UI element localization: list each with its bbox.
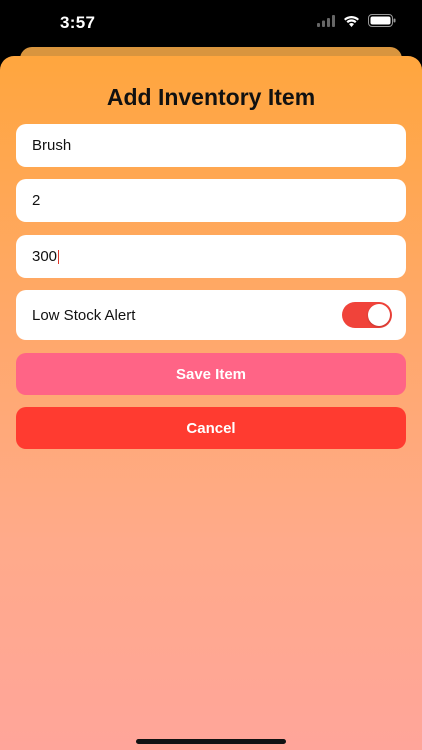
low-stock-alert-label: Low Stock Alert <box>32 306 136 324</box>
item-name-value: Brush <box>32 137 72 154</box>
status-time: 3:57 <box>60 13 96 32</box>
cancel-button[interactable]: Cancel <box>16 407 406 449</box>
toggle-knob <box>368 304 390 326</box>
low-stock-alert-toggle[interactable] <box>342 302 392 328</box>
price-field[interactable]: 300 <box>16 235 406 278</box>
add-inventory-sheet: Add Inventory Item Brush 2 300 Low Stock… <box>0 56 422 750</box>
item-name-field[interactable]: Brush <box>16 124 406 167</box>
low-stock-alert-row: Low Stock Alert <box>16 290 406 340</box>
battery-icon <box>368 14 396 27</box>
quantity-value: 2 <box>32 192 41 209</box>
text-caret <box>58 249 60 264</box>
signal-icon <box>317 14 335 27</box>
sheet-title: Add Inventory Item <box>106 84 316 110</box>
quantity-field[interactable]: 2 <box>16 179 406 222</box>
home-indicator[interactable] <box>136 739 286 744</box>
status-icons <box>317 14 396 27</box>
status-bar: 3:57 <box>0 0 422 50</box>
wifi-icon <box>344 15 359 27</box>
save-item-button[interactable]: Save Item <box>16 353 406 395</box>
price-value: 300 <box>32 248 58 265</box>
